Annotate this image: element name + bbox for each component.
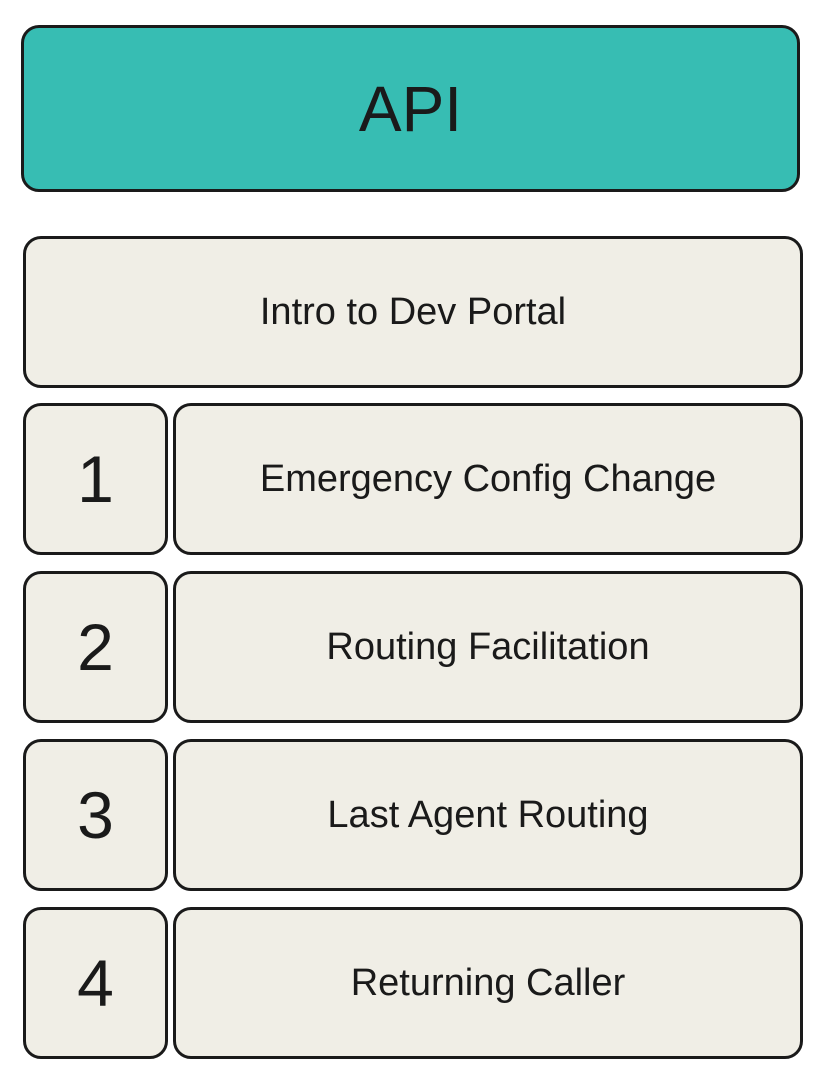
step-number-1: 1 [77, 442, 114, 516]
intro-label: Intro to Dev Portal [259, 290, 567, 333]
intro-box: Intro to Dev Portal [23, 236, 803, 388]
api-header-title: API [358, 72, 463, 145]
api-header: API [21, 25, 800, 192]
step-number-2: 2 [77, 610, 114, 684]
step-number-3: 3 [77, 778, 114, 852]
step-number-4: 4 [77, 946, 114, 1020]
step-box-4: Returning Caller [173, 907, 803, 1059]
step-label-1: Emergency Config Change [259, 457, 717, 500]
step-number-box-1: 1 [23, 403, 168, 555]
step-number-box-2: 2 [23, 571, 168, 723]
step-label-2: Routing Facilitation [326, 625, 650, 668]
step-box-3: Last Agent Routing [173, 739, 803, 891]
step-label-3: Last Agent Routing [327, 793, 649, 836]
step-number-box-4: 4 [23, 907, 168, 1059]
step-box-2: Routing Facilitation [173, 571, 803, 723]
step-number-box-3: 3 [23, 739, 168, 891]
step-label-4: Returning Caller [350, 961, 626, 1004]
step-box-1: Emergency Config Change [173, 403, 803, 555]
